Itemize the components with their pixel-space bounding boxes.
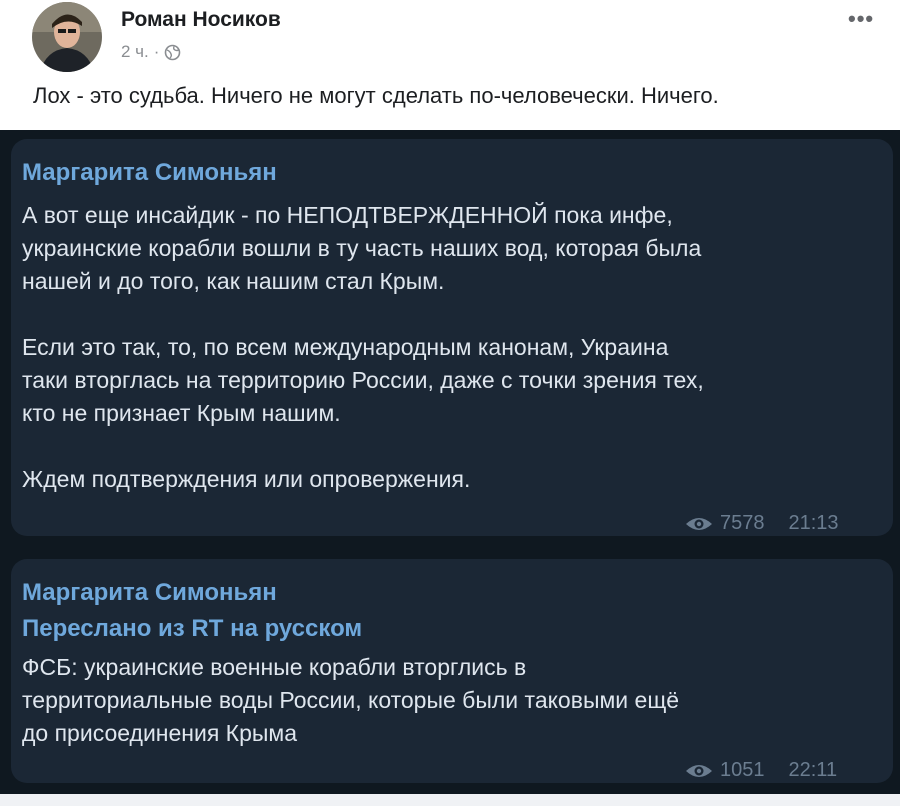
message-meta: 7578 21:13 xyxy=(684,512,839,535)
post-text: Лох - это судьба. Ничего не могут сделат… xyxy=(33,83,719,108)
eye-icon xyxy=(684,762,714,780)
meta-separator: · xyxy=(153,42,160,61)
message-meta: 1051 22:11 xyxy=(684,759,837,782)
message-text: ФСБ: украинские военные корабли вторглис… xyxy=(22,654,680,746)
post-meta: 2 ч. · xyxy=(121,42,181,62)
post-header: Роман Носиков 2 ч. · ••• Лох - это судьб… xyxy=(0,0,900,130)
globe-icon xyxy=(164,44,181,61)
view-count: 1051 xyxy=(720,759,765,781)
message-time: 21:13 xyxy=(788,512,839,534)
message-time: 22:11 xyxy=(788,759,838,781)
avatar[interactable] xyxy=(32,2,102,72)
message-sender: Маргарита Симоньян xyxy=(22,579,277,606)
embedded-telegram-screenshot[interactable]: Маргарита Симоньян А вот еще инсайдик - … xyxy=(0,130,900,794)
post-time[interactable]: 2 ч. xyxy=(121,42,149,62)
message-bubble: Маргарита Симоньян А вот еще инсайдик - … xyxy=(11,139,893,536)
eye-icon xyxy=(684,515,714,533)
view-count: 7578 xyxy=(720,512,765,534)
message-sender: Маргарита Симоньян xyxy=(22,159,277,186)
author-name[interactable]: Роман Носиков xyxy=(121,8,281,32)
message-text: А вот еще инсайдик - по НЕПОДТВЕРЖДЕННОЙ… xyxy=(22,202,704,492)
post-footer-divider xyxy=(0,794,900,806)
message-bubble: Маргарита Симоньян Переслано из RT на ру… xyxy=(11,559,893,783)
more-options-button[interactable]: ••• xyxy=(848,6,874,32)
forwarded-label: Переслано из RT на русском xyxy=(22,615,363,642)
